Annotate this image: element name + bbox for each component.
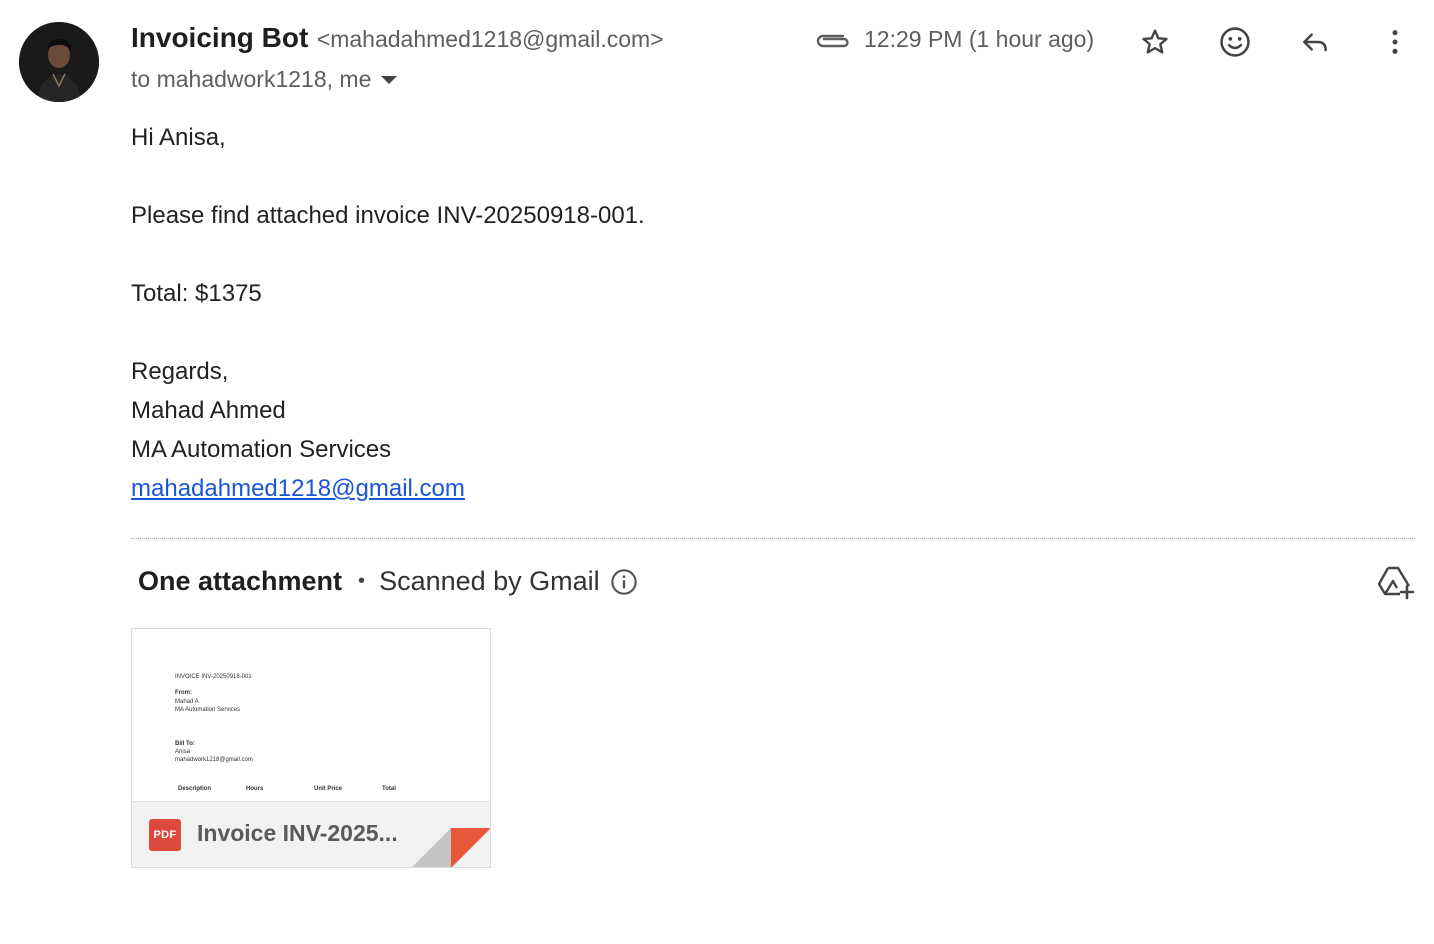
preview-col-description: Description: [178, 786, 212, 792]
signature-name: Mahad Ahmed: [131, 397, 286, 424]
body-line: Please find attached invoice INV-2025091…: [131, 202, 645, 229]
more-icon: [1392, 30, 1398, 54]
more-options-button[interactable]: [1375, 22, 1415, 62]
timestamp: 12:29 PM (1 hour ago): [864, 26, 1095, 52]
preview-col-total: Total: [382, 786, 396, 792]
preview-bill-email: mahadwork1218@gmail.com: [175, 757, 253, 763]
signature-company: MA Automation Services: [131, 436, 392, 463]
reply-button[interactable]: [1295, 22, 1335, 62]
greeting: Hi Anisa,: [131, 124, 226, 151]
star-icon: [1142, 29, 1168, 54]
sender-avatar[interactable]: [19, 22, 99, 102]
preview-from-label: From:: [175, 690, 192, 696]
separator-dot: •: [358, 570, 366, 592]
attachments-title: One attachment: [138, 566, 343, 596]
chevron-down-icon[interactable]: [381, 75, 398, 84]
emoji-reaction-button[interactable]: [1215, 22, 1255, 62]
sender-name[interactable]: Invoicing Bot: [131, 22, 308, 53]
info-icon[interactable]: [610, 568, 638, 596]
signature-email-link[interactable]: mahadahmed1218@gmail.com: [131, 475, 465, 502]
recipients-text: to mahadwork1218, me: [131, 66, 372, 92]
pdf-file-icon: PDF: [149, 819, 181, 851]
preview-title: INVOICE INV-20250918-001: [175, 674, 252, 680]
recipients: to mahadwork1218, me: [131, 66, 398, 93]
preview-bill-label: Bill To:: [175, 741, 195, 747]
preview-bill-name: Anisa: [175, 749, 191, 755]
reply-icon: [1303, 33, 1327, 52]
emoji-icon: [1220, 27, 1250, 57]
email-body: Hi Anisa, Please find attached invoice I…: [131, 118, 645, 508]
sender-email: <mahadahmed1218@gmail.com>: [316, 26, 664, 52]
attachment-preview: INVOICE INV-20250918-001 From: Mahad A M…: [132, 629, 490, 801]
regards: Regards,: [131, 358, 229, 385]
total-line: Total: $1375: [131, 280, 262, 307]
scanned-label: Scanned by Gmail: [379, 566, 600, 596]
sender-line: Invoicing Bot <mahadahmed1218@gmail.com>: [131, 22, 664, 54]
attachment-card[interactable]: INVOICE INV-20250918-001 From: Mahad A M…: [131, 628, 491, 868]
star-button[interactable]: [1135, 22, 1175, 62]
attachments-divider: [131, 538, 1415, 539]
attachments-header: One attachment • Scanned by Gmail: [138, 566, 638, 597]
add-to-drive-icon[interactable]: [1376, 564, 1416, 600]
preview-from-company: MA Automation Services: [175, 707, 241, 713]
page-fold-icon: [412, 828, 490, 867]
attachment-file-name: Invoice INV-2025...: [197, 820, 398, 846]
preview-from-name: Mahad A: [175, 699, 199, 705]
preview-col-hours: Hours: [246, 786, 264, 792]
attachment-icon: [816, 34, 849, 48]
preview-col-unit-price: Unit Price: [314, 786, 343, 792]
